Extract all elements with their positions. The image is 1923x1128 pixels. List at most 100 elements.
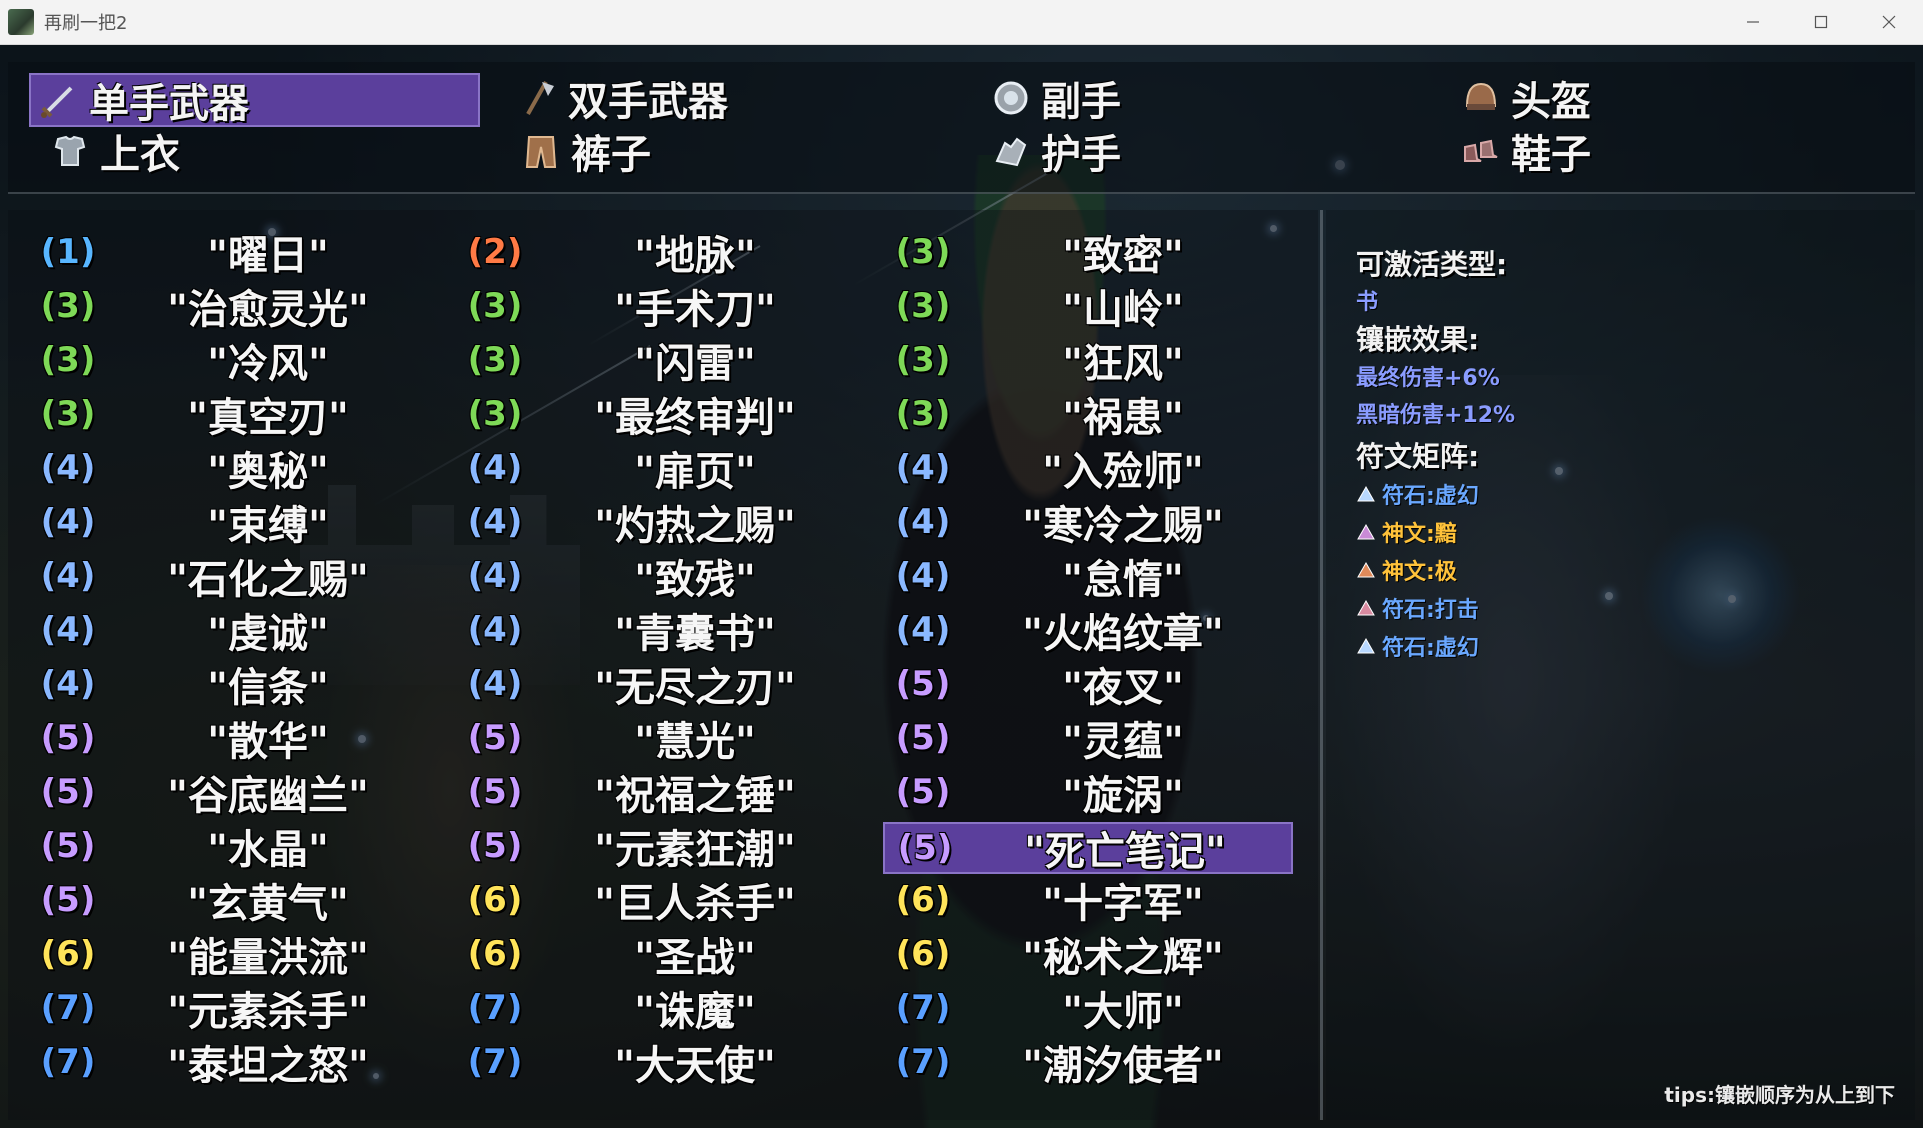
- inscription-item[interactable]: (3) "山岭": [883, 282, 1283, 333]
- inscription-name: "祸患": [1062, 395, 1184, 441]
- inscription-item[interactable]: (3) "致密": [883, 228, 1283, 279]
- inscription-item[interactable]: (3) "狂风": [883, 336, 1283, 387]
- inscription-level: (3): [40, 286, 96, 326]
- inscription-item[interactable]: (7) "潮汐使者": [883, 1038, 1283, 1089]
- inscription-name: "灵蕴": [1062, 719, 1184, 765]
- inscription-level: (3): [895, 286, 951, 326]
- inlay-effect-heading: 镶嵌效果:: [1356, 323, 1480, 356]
- inscription-level: (4): [40, 448, 96, 488]
- inscription-item[interactable]: (5) "夜叉": [883, 660, 1283, 711]
- close-icon: [1882, 15, 1896, 29]
- tab-label: 单手武器: [89, 81, 249, 127]
- inscription-level: (4): [467, 664, 523, 704]
- window-controls: [1719, 0, 1923, 44]
- inscription-item[interactable]: (4) "入殓师": [883, 444, 1283, 495]
- inscription-item[interactable]: (7) "大天使": [455, 1038, 855, 1089]
- tab-helmet[interactable]: 头盔: [1453, 73, 1673, 125]
- inscription-item-selected[interactable]: (5) "死亡笔记": [883, 822, 1293, 875]
- inscription-item[interactable]: (3) "治愈灵光": [28, 282, 428, 333]
- inscription-item[interactable]: (6) "能量洪流": [28, 930, 428, 981]
- inlay-effect-line: 黑暗伤害+12%: [1356, 403, 1516, 428]
- inscription-level: (3): [895, 340, 951, 380]
- inscription-item[interactable]: (6) "秘术之辉": [883, 930, 1283, 981]
- tab-two-hand-weapon[interactable]: 双手武器: [510, 73, 830, 125]
- inscription-level: (3): [40, 340, 96, 380]
- tab-boots[interactable]: 鞋子: [1453, 126, 1673, 178]
- inscription-item[interactable]: (7) "元素杀手": [28, 984, 428, 1035]
- panel-divider: [1320, 210, 1323, 1120]
- inscription-name: "能量洪流": [167, 935, 369, 981]
- inscription-item[interactable]: (7) "诛魔": [455, 984, 855, 1035]
- inscription-level: (5): [897, 828, 953, 868]
- inscription-item[interactable]: (5) "慧光": [455, 714, 855, 765]
- inscription-item[interactable]: (4) "扉页": [455, 444, 855, 495]
- inscription-item[interactable]: (4) "信条": [28, 660, 428, 711]
- inscription-level: (6): [895, 934, 951, 974]
- inscription-item[interactable]: (4) "石化之赐": [28, 552, 428, 603]
- inscription-name: "火焰纹章": [1022, 611, 1224, 657]
- pants-icon: [519, 129, 563, 173]
- tab-pants[interactable]: 裤子: [513, 126, 733, 178]
- inscription-item[interactable]: (5) "祝福之锤": [455, 768, 855, 819]
- tab-one-hand-weapon[interactable]: 单手武器: [29, 73, 480, 127]
- inscription-item[interactable]: (5) "散华": [28, 714, 428, 765]
- inlay-effect-line: 最终伤害+6%: [1356, 366, 1500, 391]
- inscription-item[interactable]: (5) "玄黄气": [28, 876, 428, 927]
- inscription-name: "冷风": [207, 341, 329, 387]
- rune-matrix-item: 符石:打击: [1356, 592, 1479, 624]
- inscription-item[interactable]: (4) "无尽之刃": [455, 660, 855, 711]
- inscription-item[interactable]: (4) "灼热之赐": [455, 498, 855, 549]
- inscription-level: (4): [40, 556, 96, 596]
- inscription-level: (5): [895, 664, 951, 704]
- inscription-item[interactable]: (5) "水晶": [28, 822, 428, 873]
- close-button[interactable]: [1855, 0, 1923, 44]
- inscription-item[interactable]: (4) "火焰纹章": [883, 606, 1283, 657]
- inscription-level: (5): [467, 772, 523, 812]
- inscription-item[interactable]: (3) "祸患": [883, 390, 1283, 441]
- inscription-name: "旋涡": [1062, 773, 1184, 819]
- helmet-icon: [1459, 76, 1503, 120]
- minimize-button[interactable]: [1719, 0, 1787, 44]
- inscription-item[interactable]: (6) "十字军": [883, 876, 1283, 927]
- inscription-item[interactable]: (5) "谷底幽兰": [28, 768, 428, 819]
- inscription-item[interactable]: (5) "旋涡": [883, 768, 1283, 819]
- inscription-name: "灼热之赐": [594, 503, 796, 549]
- inscription-item[interactable]: (4) "束缚": [28, 498, 428, 549]
- inscription-level: (7): [40, 1042, 96, 1082]
- inscription-item[interactable]: (1) "曜日": [28, 228, 428, 279]
- inscription-item[interactable]: (3) "闪雷": [455, 336, 855, 387]
- inscription-level: (4): [467, 448, 523, 488]
- inscription-item[interactable]: (3) "真空刃": [28, 390, 428, 441]
- inscription-name: "谷底幽兰": [167, 773, 369, 819]
- gauntlet-icon: [989, 129, 1033, 173]
- tab-label: 上衣: [100, 132, 180, 178]
- inscription-item[interactable]: (6) "圣战": [455, 930, 855, 981]
- inscription-item[interactable]: (2) "地脉": [455, 228, 855, 279]
- inscription-item[interactable]: (5) "元素狂潮": [455, 822, 855, 873]
- inscription-item[interactable]: (7) "泰坦之怒": [28, 1038, 428, 1089]
- equipment-slot-tabs: 单手武器 双手武器 副手 头盔 上衣 裤子 护手 鞋子: [8, 62, 1915, 194]
- inscription-item[interactable]: (4) "怠惰": [883, 552, 1283, 603]
- inscription-item[interactable]: (6) "巨人杀手": [455, 876, 855, 927]
- rune-label: 符石:虚幻: [1382, 636, 1479, 661]
- tab-off-hand[interactable]: 副手: [983, 73, 1203, 125]
- inscription-item[interactable]: (4) "虔诚": [28, 606, 428, 657]
- inscription-item[interactable]: (3) "最终审判": [455, 390, 855, 441]
- inscription-name: "怠惰": [1062, 557, 1184, 603]
- inscription-item[interactable]: (7) "大师": [883, 984, 1283, 1035]
- inscription-name: "信条": [207, 665, 329, 711]
- inscription-item[interactable]: (4) "寒冷之赐": [883, 498, 1283, 549]
- tab-gauntlets[interactable]: 护手: [983, 126, 1203, 178]
- maximize-button[interactable]: [1787, 0, 1855, 44]
- inscription-item[interactable]: (4) "奥秘": [28, 444, 428, 495]
- inscription-level: (4): [467, 502, 523, 542]
- inscription-name: "元素杀手": [167, 989, 369, 1035]
- inscription-item[interactable]: (4) "青囊书": [455, 606, 855, 657]
- inscription-item[interactable]: (5) "灵蕴": [883, 714, 1283, 765]
- inscription-name: "大天使": [614, 1043, 776, 1089]
- inscription-item[interactable]: (4) "致残": [455, 552, 855, 603]
- inscription-name: "奥秘": [207, 449, 329, 495]
- inscription-item[interactable]: (3) "冷风": [28, 336, 428, 387]
- tab-body-armor[interactable]: 上衣: [42, 126, 262, 178]
- inscription-item[interactable]: (3) "手术刀": [455, 282, 855, 333]
